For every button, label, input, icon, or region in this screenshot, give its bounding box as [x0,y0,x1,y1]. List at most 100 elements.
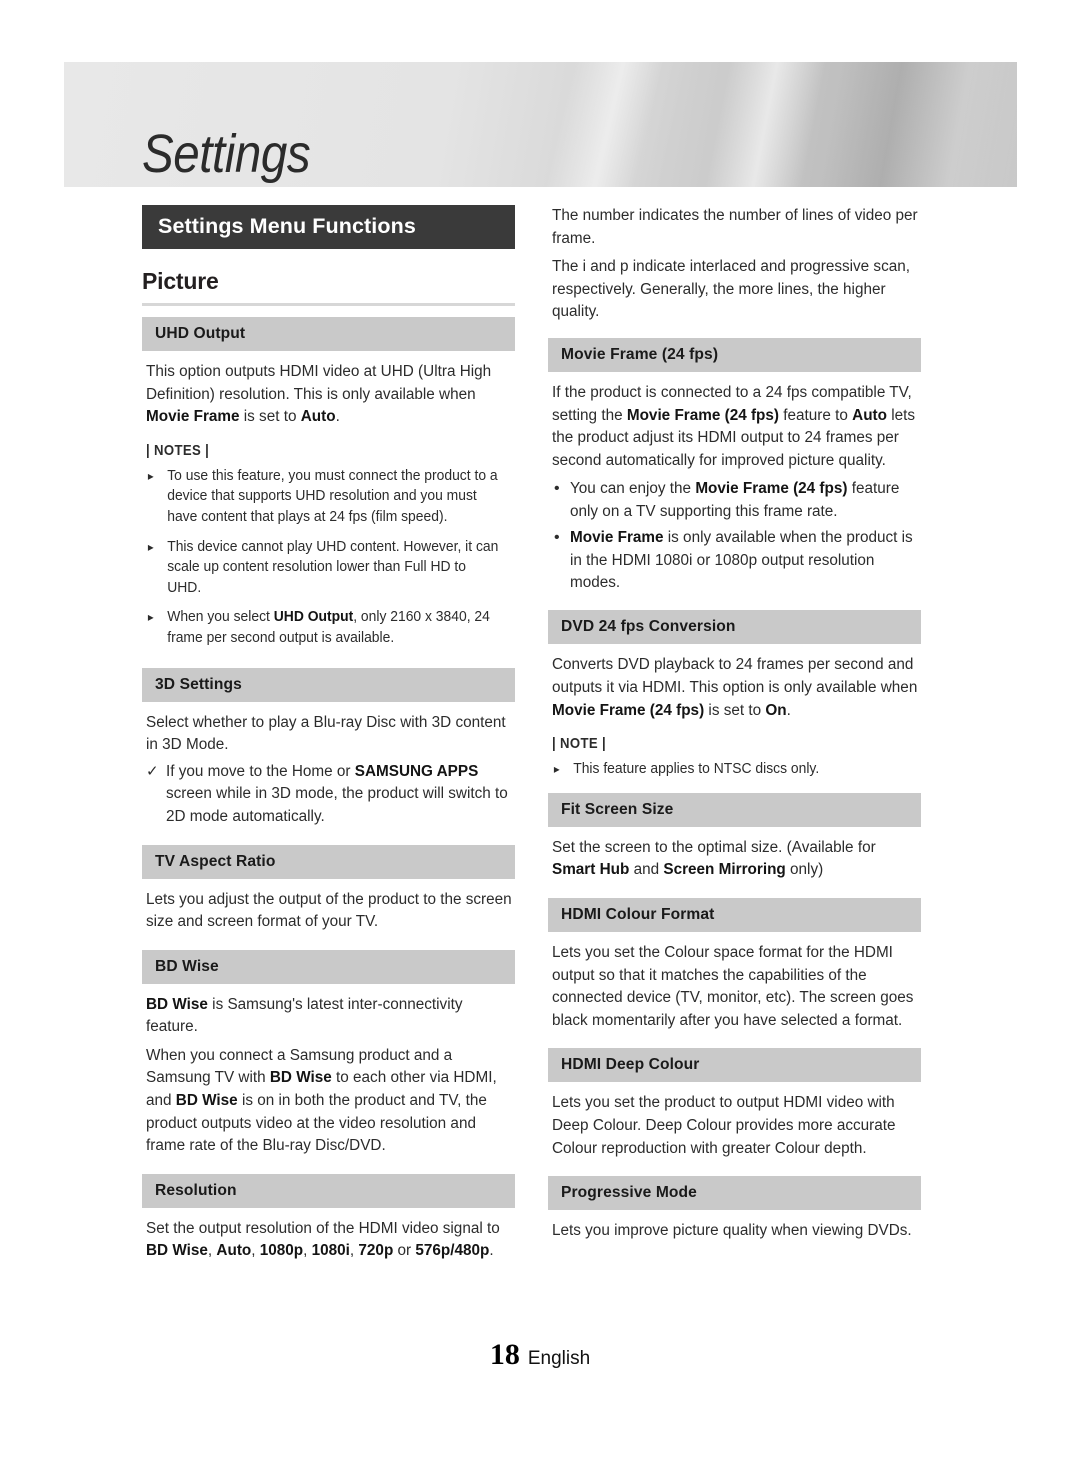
movie-frame-bullet-list: • You can enjoy the Movie Frame (24 fps) … [552,478,921,594]
fit-screen-text-c: and [629,861,664,879]
triangle-bullet-icon: ▸ [147,610,154,625]
resolution-text-post: . [489,1242,494,1260]
left-column: Settings Menu Functions Picture UHD Outp… [142,205,515,1263]
tv-aspect-ratio-body: Lets you adjust the output of the produc… [146,890,512,931]
note-item: ▸ When you select UHD Output, only 2160 x… [146,607,502,648]
uhd-body-bold-2: Auto [300,408,336,426]
checkmark-icon: ✓ [146,762,159,780]
movie-frame-body: If the product is connected to a 24 fps … [552,382,921,472]
hdmi-deep-colour-body: Lets you set the product to output HDMI … [552,1094,896,1157]
3d-settings-check-list: ✓ If you move to the Home or SAMSUNG APPS… [146,761,515,829]
resolution-option-auto: Auto [216,1242,252,1260]
item-heading-progressive-mode: Progressive Mode [548,1176,921,1211]
bullet-item: • Movie Frame is only available when the … [552,527,921,594]
dvd-24fps-text-a: Converts DVD playback to 24 frames per s… [552,656,918,696]
dvd-24fps-bold-a: Movie Frame (24 fps) [552,701,705,719]
progressive-mode-body: Lets you improve picture quality when vi… [552,1222,912,1240]
bd-wise-bold-lead: BD Wise [146,995,208,1013]
note-item: ▸ This device cannot play UHD content. Ho… [146,537,502,599]
dvd-24fps-body: Converts DVD playback to 24 frames per s… [552,654,921,722]
item-heading-hdmi-deep-colour: HDMI Deep Colour [548,1048,921,1083]
fit-screen-bold-smart-hub: Smart Hub [552,861,630,879]
footer-language: English [527,1348,591,1369]
movie-frame-bold-a: Movie Frame (24 fps) [626,406,780,424]
item-heading-tv-aspect-ratio: TV Aspect Ratio [142,844,515,879]
bd-wise-body-2: When you connect a Samsung product and a… [146,1045,515,1158]
item-heading-3d-settings: 3D Settings [142,667,515,702]
bd-wise-bold-2: BD Wise [175,1092,238,1110]
check-text-post: screen while in 3D mode, the product wil… [166,785,508,825]
triangle-bullet-icon: ▸ [147,468,154,483]
check-item: ✓ If you move to the Home or SAMSUNG APPS… [146,761,515,829]
banner-title: Settings [142,124,311,184]
resolution-body: Set the output resolution of the HDMI vi… [146,1218,515,1263]
group-heading-picture: Picture [142,268,515,306]
right-column: The number indicates the number of lines… [548,205,921,1243]
dot-bullet-icon: • [554,480,560,498]
dvd-24fps-bold-on: On [765,701,787,719]
item-heading-dvd-24fps-conversion: DVD 24 fps Conversion [548,610,921,645]
fit-screen-text-e: only) [785,861,824,879]
note-text: To use this feature, you must connect th… [167,467,498,525]
bullet-text-bold: Movie Frame (24 fps) [695,480,848,498]
triangle-bullet-icon: ▸ [553,762,560,777]
note-list-dvd: ▸ This feature applies to NTSC discs only… [552,759,921,780]
resolution-cont-p1: The number indicates the number of lines… [552,207,918,247]
dot-bullet-icon: • [554,529,560,547]
note-text-pre: When you select [167,609,274,626]
section-title-bar: Settings Menu Functions [142,205,515,249]
bd-wise-bold-1: BD Wise [269,1069,332,1087]
page-banner: Settings [64,62,1017,187]
fit-screen-size-body: Set the screen to the optimal size. (Ava… [552,837,921,882]
uhd-body-text-1: This option outputs HDMI video at UHD (U… [146,363,492,403]
resolution-option-1080i: 1080i [311,1242,350,1260]
dvd-24fps-text-c: is set to [704,701,766,719]
item-heading-movie-frame: Movie Frame (24 fps) [548,337,921,372]
bd-wise-body-1: BD Wise is Samsung's latest inter-connec… [146,994,515,1039]
hdmi-colour-format-body: Lets you set the Colour space format for… [552,943,914,1029]
note-item: ▸ This feature applies to NTSC discs only… [552,759,908,780]
uhd-body-text-3: . [335,408,340,426]
check-text-bold: SAMSUNG APPS [354,762,479,780]
uhd-body-bold-1: Movie Frame [146,408,240,426]
note-item: ▸ To use this feature, you must connect t… [146,466,502,528]
item-heading-resolution: Resolution [142,1173,515,1208]
3d-settings-body: Select whether to play a Blu-ray Disc wi… [146,713,506,754]
resolution-option-bd-wise: BD Wise [146,1242,208,1260]
note-label-dvd: | NOTE | [552,736,607,753]
resolution-cont-p2: The i and p indicate interlaced and prog… [552,258,910,321]
dvd-24fps-text-e: . [786,701,791,719]
bullet-text-pre: You can enjoy the [570,480,696,498]
movie-frame-bold-auto: Auto [852,406,887,424]
notes-label-uhd: | NOTES | [146,442,210,459]
bullet-text-bold: Movie Frame [570,529,664,547]
uhd-output-body: This option outputs HDMI video at UHD (U… [146,361,515,429]
uhd-body-text-2: is set to [239,408,301,426]
note-text: This feature applies to NTSC discs only. [573,761,820,778]
resolution-sep-2: , [251,1242,260,1260]
resolution-sep-3: , [303,1242,312,1260]
triangle-bullet-icon: ▸ [147,539,154,554]
check-text-pre: If you move to the Home or [166,762,355,780]
movie-frame-text-c: feature to [779,406,853,424]
notes-list-uhd: ▸ To use this feature, you must connect t… [146,466,515,649]
fit-screen-text-a: Set the screen to the optimal size. (Ava… [552,838,876,856]
resolution-text-pre: Set the output resolution of the HDMI vi… [146,1219,500,1237]
bullet-item: • You can enjoy the Movie Frame (24 fps) … [552,478,921,523]
resolution-option-576p-480p: 576p/480p [415,1242,490,1260]
fit-screen-bold-screen-mirroring: Screen Mirroring [663,861,786,879]
note-text: This device cannot play UHD content. How… [167,538,499,596]
item-heading-fit-screen-size: Fit Screen Size [548,792,921,827]
item-heading-uhd-output: UHD Output [142,317,515,351]
item-heading-hdmi-colour-format: HDMI Colour Format [548,897,921,932]
resolution-option-1080p: 1080p [259,1242,304,1260]
page-footer: 18 English [0,1338,1080,1372]
